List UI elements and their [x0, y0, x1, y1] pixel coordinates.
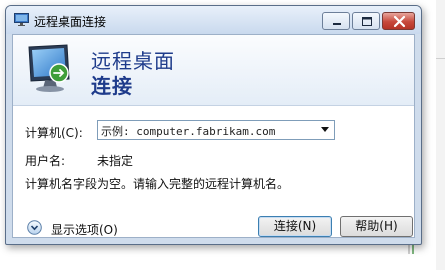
- minimize-button[interactable]: [322, 12, 350, 30]
- close-button[interactable]: [382, 12, 415, 30]
- computer-combobox[interactable]: 示例: computer.fabrikam.com: [97, 120, 335, 140]
- expand-options-icon[interactable]: [27, 220, 42, 235]
- dialog-content: 远程桌面 连接 计算机(C): 示例: computer.fabrikam.co…: [12, 34, 415, 238]
- close-icon: [393, 15, 406, 28]
- validation-message: 计算机名字段为空。请输入完整的远程计算机名。: [25, 177, 290, 191]
- help-button[interactable]: 帮助(H): [340, 216, 413, 237]
- computer-label: 计算机(C):: [25, 126, 83, 140]
- background-mark: [412, 244, 414, 254]
- chevron-down-icon[interactable]: [321, 127, 329, 132]
- username-label: 用户名:: [25, 154, 66, 168]
- background-divider: [436, 58, 445, 59]
- maximize-icon: [362, 17, 372, 26]
- username-value: 未指定: [97, 154, 134, 168]
- show-options-toggle[interactable]: 显示选项(O): [51, 221, 118, 238]
- background-mark: [408, 244, 410, 254]
- window-title: 远程桌面连接: [34, 15, 107, 29]
- connect-button[interactable]: 连接(N): [258, 216, 332, 237]
- title-bar[interactable]: 远程桌面连接: [6, 6, 421, 34]
- remote-computer-icon: [28, 44, 70, 92]
- maximize-button[interactable]: [352, 12, 380, 30]
- header-title-line2: 连接: [91, 74, 133, 98]
- remote-desktop-icon: [14, 13, 29, 26]
- minimize-icon: [333, 23, 341, 25]
- remote-desktop-window: 远程桌面连接 远程桌面 连接 计算机(C): 示例: computer.fabr…: [5, 5, 422, 245]
- background-window-edge: [436, 0, 445, 270]
- dialog-header: 远程桌面 连接: [13, 35, 414, 106]
- computer-input-placeholder[interactable]: 示例: computer.fabrikam.com: [101, 123, 275, 139]
